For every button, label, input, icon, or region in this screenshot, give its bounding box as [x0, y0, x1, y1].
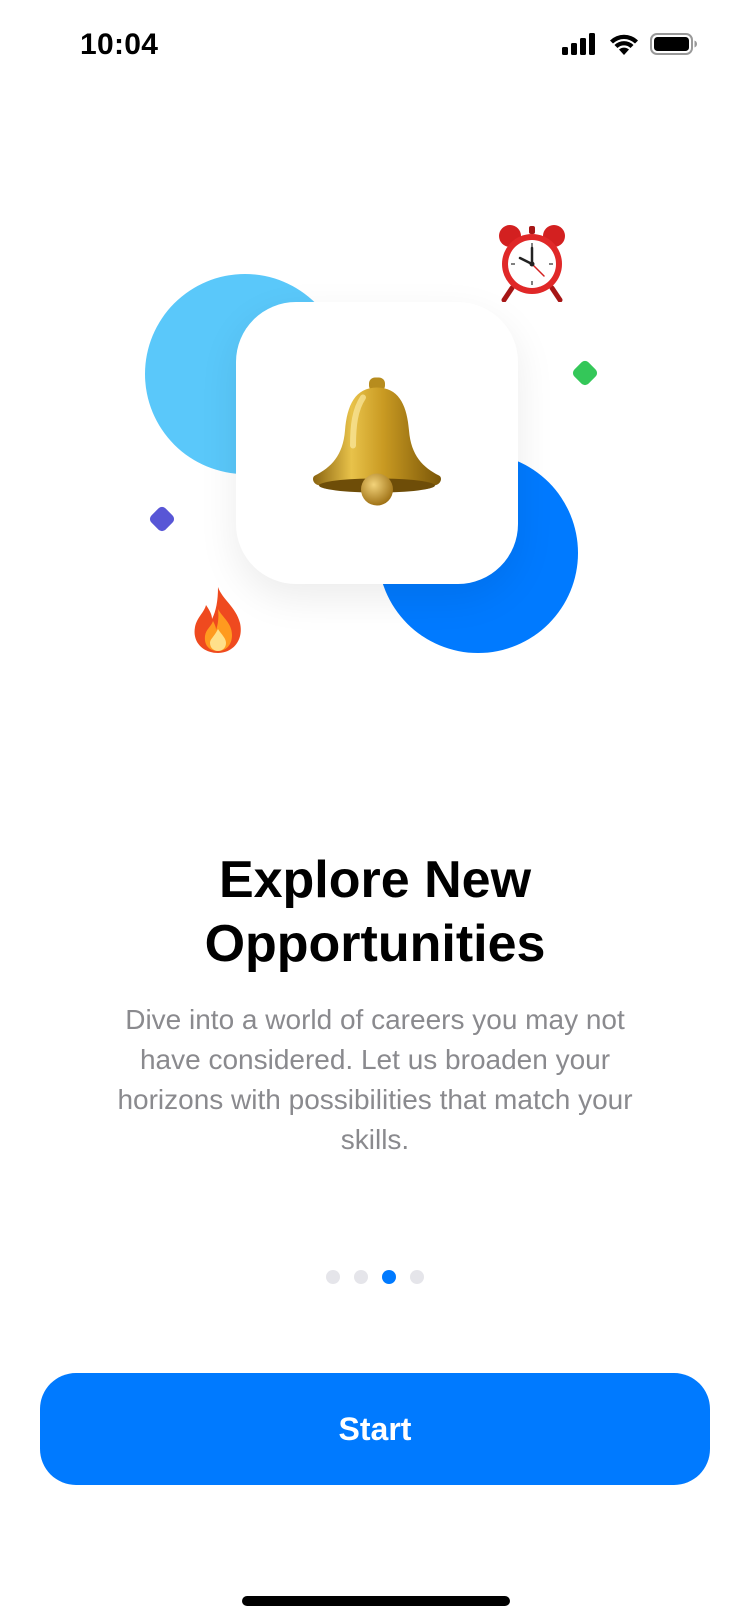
onboarding-description: Dive into a world of careers you may not…	[117, 1004, 633, 1155]
illustration-card	[236, 302, 518, 584]
green-diamond	[570, 358, 600, 388]
page-indicator	[0, 1270, 750, 1284]
purple-diamond	[147, 504, 177, 534]
status-bar: 10:04	[0, 0, 750, 96]
bell-icon	[307, 376, 447, 511]
alarm-clock-icon	[496, 222, 568, 307]
cellular-signal-icon	[562, 33, 598, 55]
wifi-icon	[608, 33, 640, 55]
page-dot[interactable]	[326, 1270, 340, 1284]
home-indicator[interactable]	[242, 1596, 510, 1606]
page-dot[interactable]	[410, 1270, 424, 1284]
page-dot-active[interactable]	[382, 1270, 396, 1284]
onboarding-illustration	[0, 200, 750, 680]
onboarding-title: Explore New Opportunities	[204, 851, 546, 973]
status-time: 10:04	[80, 28, 159, 61]
page-dot[interactable]	[354, 1270, 368, 1284]
status-icons	[562, 33, 698, 55]
start-button[interactable]: Start	[40, 1373, 710, 1485]
fire-icon	[190, 585, 246, 660]
battery-icon	[650, 33, 698, 55]
